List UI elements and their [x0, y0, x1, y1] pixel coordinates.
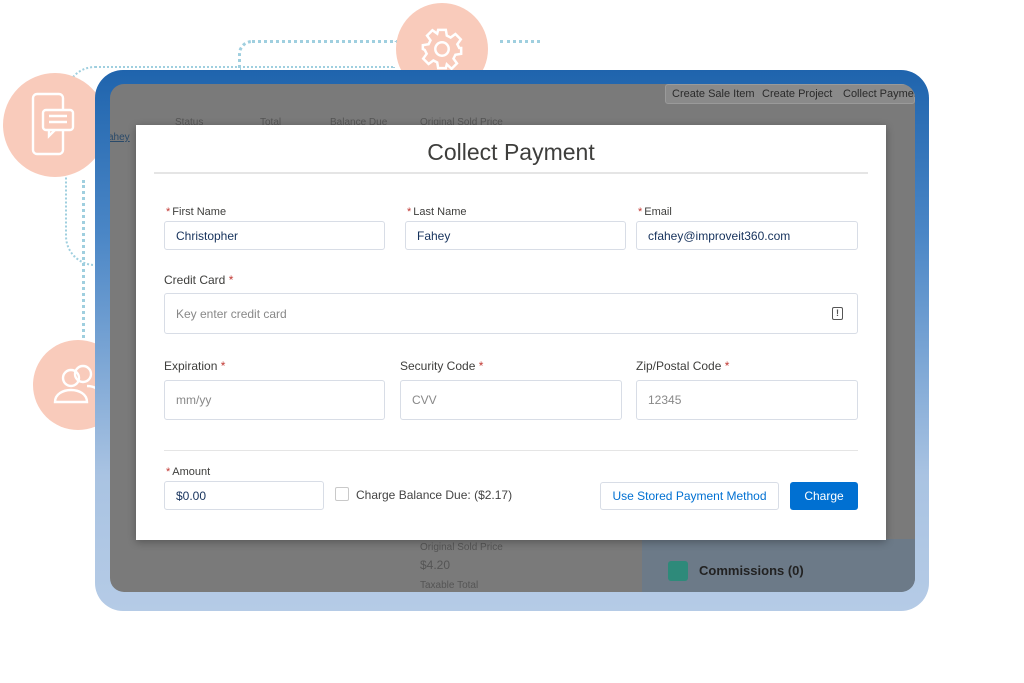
charge-button[interactable]: Charge [790, 482, 858, 510]
bg-link[interactable]: ahey [110, 132, 130, 143]
gear-icon [421, 28, 463, 71]
bg-value: $4.20 [420, 558, 451, 572]
last-name-label: * Last Name [407, 206, 466, 218]
label-text: Last Name [413, 206, 467, 218]
collect-payment-modal: Collect Payment * First Name Christopher … [136, 125, 886, 540]
email-input[interactable]: cfahey@improveit360.com [636, 221, 858, 250]
card-reader-icon[interactable]: ! [832, 307, 843, 320]
expiration-label: Expiration * [164, 359, 227, 373]
required-mark: * [228, 273, 234, 287]
bg-label: Original Sold Price [420, 542, 503, 553]
commissions-title[interactable]: Commissions (0) [699, 563, 804, 578]
divider [154, 172, 868, 174]
commissions-icon [668, 561, 688, 581]
first-name-label: * First Name [166, 206, 226, 218]
bg-action[interactable]: Create Project [762, 88, 832, 100]
required-mark: * [166, 466, 171, 478]
required-mark: * [407, 206, 412, 218]
use-stored-payment-button[interactable]: Use Stored Payment Method [600, 482, 779, 510]
label-text: First Name [172, 206, 227, 218]
first-name-input[interactable]: Christopher [164, 221, 385, 250]
bg-label: Taxable Total [420, 580, 479, 591]
security-code-placeholder: CVV [412, 393, 437, 407]
zip-label: Zip/Postal Code * [636, 359, 731, 373]
label-text: Zip/Postal Code [636, 359, 722, 373]
expiration-input[interactable]: mm/yy [164, 380, 385, 420]
dotted-connector [82, 180, 85, 350]
chat-circle [3, 73, 107, 177]
zip-input[interactable]: 12345 [636, 380, 858, 420]
credit-card-label: Credit Card * [164, 273, 235, 287]
credit-card-input[interactable]: Key enter credit card ! [164, 293, 858, 334]
label-text: Credit Card [164, 273, 226, 287]
label-text: Amount [172, 466, 211, 478]
divider [164, 450, 858, 451]
email-label: * Email [638, 206, 672, 218]
amount-label: * Amount [166, 466, 210, 478]
required-mark: * [638, 206, 643, 218]
label-text: Security Code [400, 359, 476, 373]
phone-chat-icon [31, 92, 75, 156]
charge-balance-label[interactable]: Charge Balance Due: ($2.17) [356, 488, 512, 502]
last-name-input[interactable]: Fahey [405, 221, 626, 250]
required-mark: * [220, 359, 226, 373]
bg-action[interactable]: Collect Payment [843, 88, 915, 100]
expiration-placeholder: mm/yy [176, 393, 212, 407]
required-mark: * [478, 359, 484, 373]
required-mark: * [166, 206, 171, 218]
dotted-connector [500, 40, 540, 43]
security-code-label: Security Code * [400, 359, 485, 373]
amount-input[interactable]: $0.00 [164, 481, 324, 510]
credit-card-placeholder: Key enter credit card [176, 306, 287, 321]
label-text: Email [644, 206, 672, 218]
commissions-panel: Commissions (0) [642, 539, 915, 592]
zip-placeholder: 12345 [648, 393, 682, 407]
security-code-input[interactable]: CVV [400, 380, 622, 420]
charge-balance-checkbox[interactable] [335, 487, 349, 501]
modal-title: Collect Payment [427, 139, 595, 165]
required-mark: * [724, 359, 730, 373]
bg-action[interactable]: Create Sale Item [672, 88, 755, 100]
label-text: Expiration [164, 359, 218, 373]
